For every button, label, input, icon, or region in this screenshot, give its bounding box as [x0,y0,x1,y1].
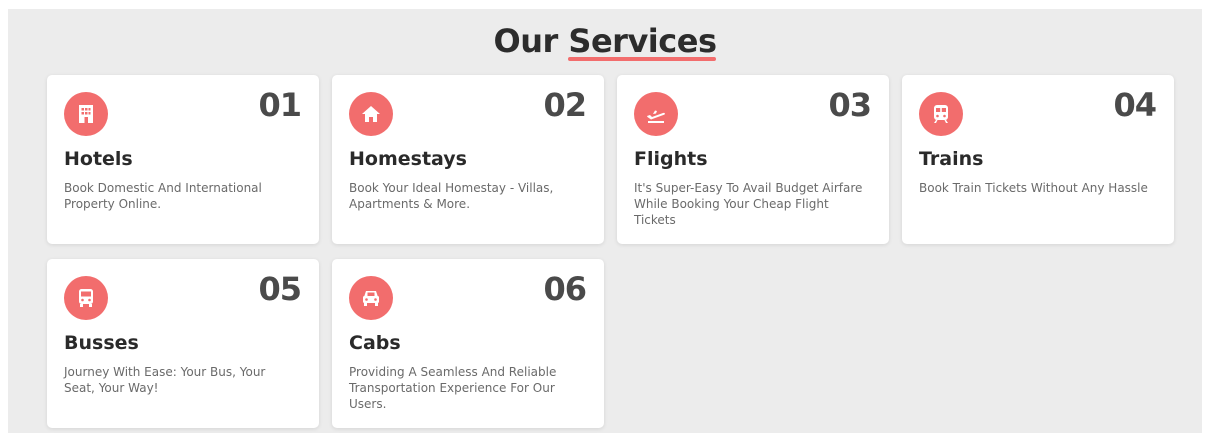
home-icon [349,92,393,136]
hotel-icon [64,92,108,136]
service-card-hotels[interactable]: 01 Hotels Book Domestic And Internationa… [47,75,319,244]
service-card-cabs[interactable]: 06 Cabs Providing A Seamless And Reliabl… [332,259,604,428]
car-icon [349,276,393,320]
service-title: Trains [919,148,984,170]
service-title: Homestays [349,148,467,170]
service-title: Busses [64,332,139,354]
service-number: 02 [543,86,587,124]
train-icon [919,92,963,136]
heading-highlight: Services [568,22,717,61]
heading-part1: Our [493,22,569,60]
service-description: Book Domestic And International Property… [64,181,262,211]
service-number: 06 [543,270,587,308]
service-number: 05 [258,270,302,308]
service-number: 04 [1113,86,1157,124]
service-description: Book Your Ideal Homestay - Villas, Apart… [349,181,554,211]
service-description: Providing A Seamless And Reliable Transp… [349,365,557,411]
service-title: Hotels [64,148,133,170]
service-title: Flights [634,148,708,170]
service-card-flights[interactable]: 03 Flights It's Super-Easy To Avail Budg… [617,75,889,244]
service-title: Cabs [349,332,401,354]
service-card-homestays[interactable]: 02 Homestays Book Your Ideal Homestay - … [332,75,604,244]
section-heading: Our Services [8,21,1202,61]
service-card-busses[interactable]: 05 Busses Journey With Ease: Your Bus, Y… [47,259,319,428]
service-description: Book Train Tickets Without Any Hassle [919,181,1148,195]
services-section: Our Services 01 Hotels Book Domestic And… [8,9,1202,433]
service-number: 03 [828,86,872,124]
service-card-trains[interactable]: 04 Trains Book Train Tickets Without Any… [902,75,1174,244]
plane-icon [634,92,678,136]
service-number: 01 [258,86,302,124]
bus-icon [64,276,108,320]
service-description: It's Super-Easy To Avail Budget Airfare … [634,181,863,227]
service-description: Journey With Ease: Your Bus, Your Seat, … [64,365,266,395]
